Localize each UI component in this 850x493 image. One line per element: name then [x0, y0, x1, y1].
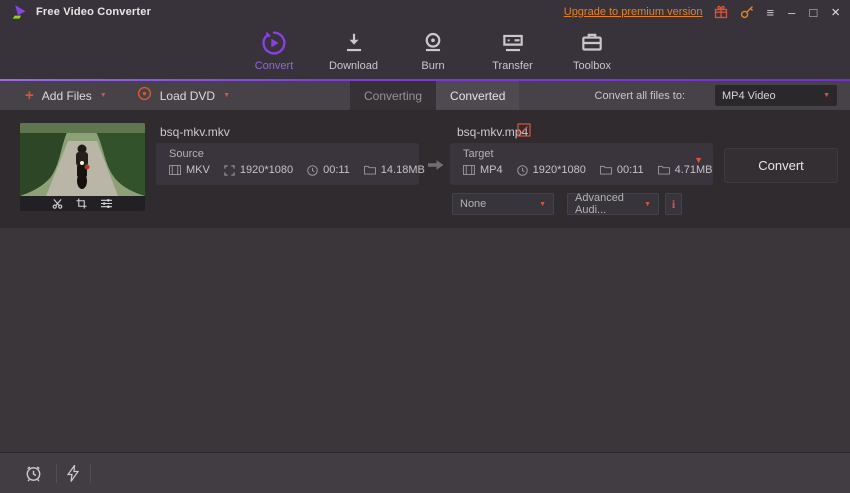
dvd-icon [137, 86, 152, 106]
add-files-label: Add Files [41, 88, 92, 103]
download-icon [346, 33, 361, 52]
target-panel: Target MP4 1920*1080 00:11 4.71MB ▼ [450, 143, 713, 185]
source-filename: bsq-mkv.mkv [160, 125, 230, 139]
tab-converting[interactable]: Converting [350, 81, 437, 110]
gift-icon[interactable] [713, 4, 729, 20]
duration-meta: 00:11 [307, 164, 350, 176]
tab-label: Toolbox [573, 60, 611, 72]
upgrade-premium-link[interactable]: Upgrade to premium version [564, 6, 703, 18]
header: Free Video Converter Upgrade to premium … [0, 0, 850, 81]
format-meta: MKV [169, 164, 210, 176]
resolution-meta: 1920*1080 [224, 164, 293, 176]
folder-icon [363, 165, 376, 175]
menu-icon[interactable]: ≡ [765, 6, 777, 19]
folder-icon [599, 165, 612, 175]
chevron-down-icon[interactable]: ▼ [223, 92, 230, 99]
minimize-button[interactable]: – [786, 6, 797, 19]
tab-converted[interactable]: Converted [436, 81, 520, 110]
tab-download[interactable]: Download [318, 24, 390, 78]
toolbar: + Add Files ▼ Load DVD ▼ Converting Conv… [0, 81, 850, 110]
plus-icon: + [25, 87, 34, 104]
thumbnail-toolbar [20, 196, 145, 211]
app-logo-icon [12, 5, 26, 19]
toolbox-icon [582, 33, 602, 51]
film-icon [169, 165, 181, 175]
filesize-meta: 14.18MB [363, 164, 425, 176]
schedule-icon[interactable] [24, 464, 43, 488]
footer-divider [90, 464, 91, 483]
tab-label: Burn [421, 60, 445, 72]
file-list-empty-area [0, 228, 850, 452]
advanced-audio-dropdown[interactable]: Advanced Audi... ▼ [567, 192, 659, 216]
target-settings-chevron-icon[interactable]: ▼ [694, 155, 703, 165]
output-format-dropdown[interactable]: MP4 Video ▼ [715, 85, 837, 106]
tab-label: Convert [254, 60, 294, 72]
resolution-meta: 1920*1080 [516, 164, 586, 176]
footer-bar: Output E:\Wondershare Free Video Convert… [0, 452, 850, 493]
tab-convert[interactable]: Convert [238, 24, 310, 78]
file-row: bsq-mkv.mkv Source MKV 1920*1080 00:11 1… [0, 110, 850, 228]
high-speed-icon[interactable] [66, 463, 80, 487]
output-format-value: MP4 Video [722, 89, 776, 102]
convert-icon [262, 31, 286, 55]
target-panel-title: Target [463, 148, 494, 160]
clock-icon [516, 164, 528, 176]
load-dvd-button[interactable]: Load DVD ▼ [107, 86, 230, 106]
load-dvd-label: Load DVD [159, 88, 216, 103]
trim-icon[interactable] [52, 198, 63, 209]
chevron-down-icon: ▼ [644, 200, 651, 208]
thumbnail-image [20, 123, 145, 196]
transfer-icon [502, 34, 523, 52]
effects-icon[interactable] [100, 198, 113, 209]
source-panel-title: Source [169, 148, 204, 160]
add-files-button[interactable]: + Add Files ▼ [0, 87, 107, 104]
film-icon [463, 165, 475, 175]
video-thumbnail[interactable] [20, 123, 145, 211]
info-button[interactable]: i [665, 193, 682, 215]
tab-label: Download [329, 60, 378, 72]
footer-divider [56, 464, 57, 483]
burn-icon [425, 32, 441, 52]
format-meta: MP4 [463, 164, 503, 176]
convert-button[interactable]: Convert [724, 148, 838, 183]
audio-dropdown-value: Advanced Audi... [575, 192, 624, 216]
filesize-meta: 4.71MB [657, 164, 713, 176]
effect-dropdown-value: None [460, 198, 487, 210]
chevron-down-icon[interactable]: ▼ [100, 92, 107, 99]
convert-all-files-label: Convert all files to: [594, 89, 685, 102]
edit-filename-icon[interactable] [517, 123, 531, 142]
status-filter-tabs: Converting Converted [350, 81, 520, 110]
chevron-down-icon: ▼ [823, 92, 830, 99]
titlebar: Free Video Converter Upgrade to premium … [0, 0, 850, 24]
duration-meta: 00:11 [599, 164, 644, 176]
tab-label: Transfer [492, 60, 533, 72]
maximize-button[interactable]: □ [807, 6, 819, 19]
key-login-icon[interactable] [739, 4, 755, 20]
clock-icon [307, 164, 318, 176]
tab-transfer[interactable]: Transfer [477, 24, 549, 78]
main-nav: Convert Download Burn Transfer Toolbox [238, 24, 628, 78]
folder-icon [657, 165, 670, 175]
arrow-right-icon [428, 158, 444, 176]
chevron-down-icon: ▼ [539, 200, 546, 208]
crop-icon[interactable] [76, 198, 87, 209]
resolution-icon [224, 164, 235, 176]
tab-burn[interactable]: Burn [397, 24, 469, 78]
tab-toolbox[interactable]: Toolbox [556, 24, 628, 78]
app-window: Free Video Converter Upgrade to premium … [0, 0, 850, 493]
close-button[interactable]: × [829, 5, 842, 20]
source-panel: Source MKV 1920*1080 00:11 14.18MB [156, 143, 425, 185]
effect-dropdown[interactable]: None ▼ [452, 193, 554, 215]
app-title: Free Video Converter [36, 6, 152, 18]
